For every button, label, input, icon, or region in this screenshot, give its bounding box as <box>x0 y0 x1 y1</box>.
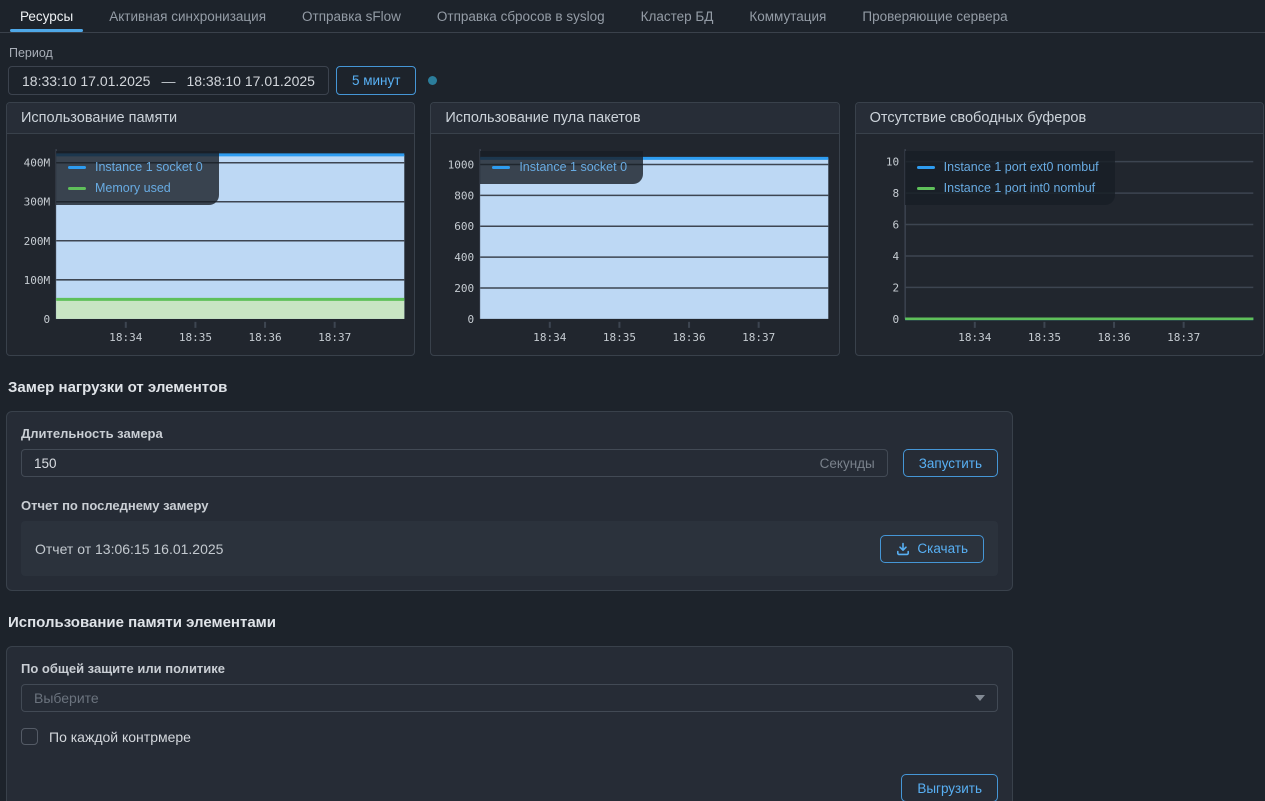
last-report-panel: Отчет от 13:06:15 16.01.2025 Скачать <box>21 521 998 576</box>
svg-text:10: 10 <box>886 156 899 169</box>
svg-text:200: 200 <box>455 282 475 295</box>
report-text: Отчет от 13:06:15 16.01.2025 <box>35 541 223 557</box>
tab-switching[interactable]: Коммутация <box>731 0 844 32</box>
download-button[interactable]: Скачать <box>880 535 984 563</box>
svg-text:0: 0 <box>468 313 475 326</box>
period-end: 18:38:10 17.01.2025 <box>186 73 314 89</box>
memory-section-heading: Использование памяти элементами <box>8 614 1265 631</box>
run-button[interactable]: Запустить <box>903 449 998 477</box>
svg-text:18:36: 18:36 <box>673 331 706 344</box>
svg-text:18:36: 18:36 <box>248 331 281 344</box>
svg-text:8: 8 <box>892 187 899 200</box>
tab-sflow[interactable]: Отправка sFlow <box>284 0 419 32</box>
load-section-heading: Замер нагрузки от элементов <box>8 379 1265 396</box>
date-range-picker[interactable]: 18:33:10 17.01.2025 — 18:38:10 17.01.202… <box>8 66 329 95</box>
chart-title: Использование пула пакетов <box>445 110 640 126</box>
period-separator: — <box>161 73 175 89</box>
countermeasure-checkbox[interactable] <box>21 728 38 745</box>
svg-text:100M: 100M <box>24 274 51 287</box>
report-label: Отчет по последнему замеру <box>21 498 998 513</box>
svg-text:200M: 200M <box>24 235 51 248</box>
period-label: Период <box>9 46 1265 60</box>
svg-text:0: 0 <box>43 313 50 326</box>
svg-text:18:37: 18:37 <box>742 331 775 344</box>
chart-title: Использование памяти <box>21 110 177 126</box>
status-dot <box>428 76 437 85</box>
no-free-buffers-chart-card: Отсутствие свободных буферов 0 2 4 6 8 10 18:3… <box>855 102 1264 356</box>
svg-text:800: 800 <box>455 189 475 202</box>
duration-label: Длительность замера <box>21 426 998 441</box>
svg-text:18:35: 18:35 <box>1027 331 1060 344</box>
svg-text:2: 2 <box>892 281 899 294</box>
svg-text:18:34: 18:34 <box>109 331 143 344</box>
charts-row: Использование памяти 0 100M 200M 300M 400M 18… <box>6 102 1264 356</box>
tab-active-sync[interactable]: Активная синхронизация <box>91 0 284 32</box>
svg-text:600: 600 <box>455 220 475 233</box>
svg-text:1000: 1000 <box>448 159 475 172</box>
svg-text:300M: 300M <box>24 196 51 209</box>
chart-legend: Instance 1 socket 0Memory used <box>56 151 219 205</box>
svg-text:18:34: 18:34 <box>534 331 568 344</box>
policy-select[interactable]: Выберите <box>21 684 998 712</box>
packet-pool-chart-card: Использование пула пакетов 0 200 400 600 800… <box>430 102 839 356</box>
resources-page: Ресурсы Активная синхронизация Отправка … <box>0 0 1265 801</box>
svg-text:18:35: 18:35 <box>179 331 212 344</box>
tab-db-cluster[interactable]: Кластер БД <box>623 0 732 32</box>
export-button[interactable]: Выгрузить <box>901 774 998 801</box>
chart-title: Отсутствие свободных буферов <box>870 110 1087 126</box>
period-row: 18:33:10 17.01.2025 — 18:38:10 17.01.202… <box>8 66 1265 95</box>
tab-syslog-drops[interactable]: Отправка сбросов в syslog <box>419 0 623 32</box>
download-icon <box>896 542 910 556</box>
chevron-down-icon <box>975 695 985 701</box>
policy-select-label: По общей защите или политике <box>21 661 998 676</box>
svg-text:400: 400 <box>455 251 475 264</box>
svg-text:400M: 400M <box>24 157 51 170</box>
svg-text:18:35: 18:35 <box>603 331 636 344</box>
chart-legend: Instance 1 port ext0 nombufInstance 1 po… <box>905 151 1115 205</box>
svg-text:18:34: 18:34 <box>958 331 992 344</box>
svg-text:6: 6 <box>892 219 899 232</box>
svg-text:4: 4 <box>892 250 899 263</box>
period-start: 18:33:10 17.01.2025 <box>22 73 150 89</box>
tab-bar: Ресурсы Активная синхронизация Отправка … <box>0 0 1265 33</box>
svg-text:18:36: 18:36 <box>1097 331 1130 344</box>
chart-legend: Instance 1 socket 0 <box>480 151 643 184</box>
tab-checking-servers[interactable]: Проверяющие сервера <box>844 0 1025 32</box>
duration-field-wrap: Секунды <box>21 449 888 477</box>
load-measurement-card: Длительность замера Секунды Запустить От… <box>6 411 1013 591</box>
tab-resources[interactable]: Ресурсы <box>2 0 91 32</box>
duration-unit: Секунды <box>820 456 875 471</box>
svg-text:0: 0 <box>892 313 899 326</box>
duration-input[interactable] <box>34 456 810 471</box>
memory-usage-chart-card: Использование памяти 0 100M 200M 300M 400M 18… <box>6 102 415 356</box>
svg-text:18:37: 18:37 <box>1167 331 1200 344</box>
select-placeholder: Выберите <box>34 690 99 706</box>
countermeasure-label: По каждой контрмере <box>49 729 191 745</box>
preset-5min-button[interactable]: 5 минут <box>336 66 416 95</box>
countermeasure-row: По каждой контрмере <box>21 728 998 745</box>
svg-text:18:37: 18:37 <box>318 331 351 344</box>
memory-usage-card: По общей защите или политике Выберите По… <box>6 646 1013 801</box>
